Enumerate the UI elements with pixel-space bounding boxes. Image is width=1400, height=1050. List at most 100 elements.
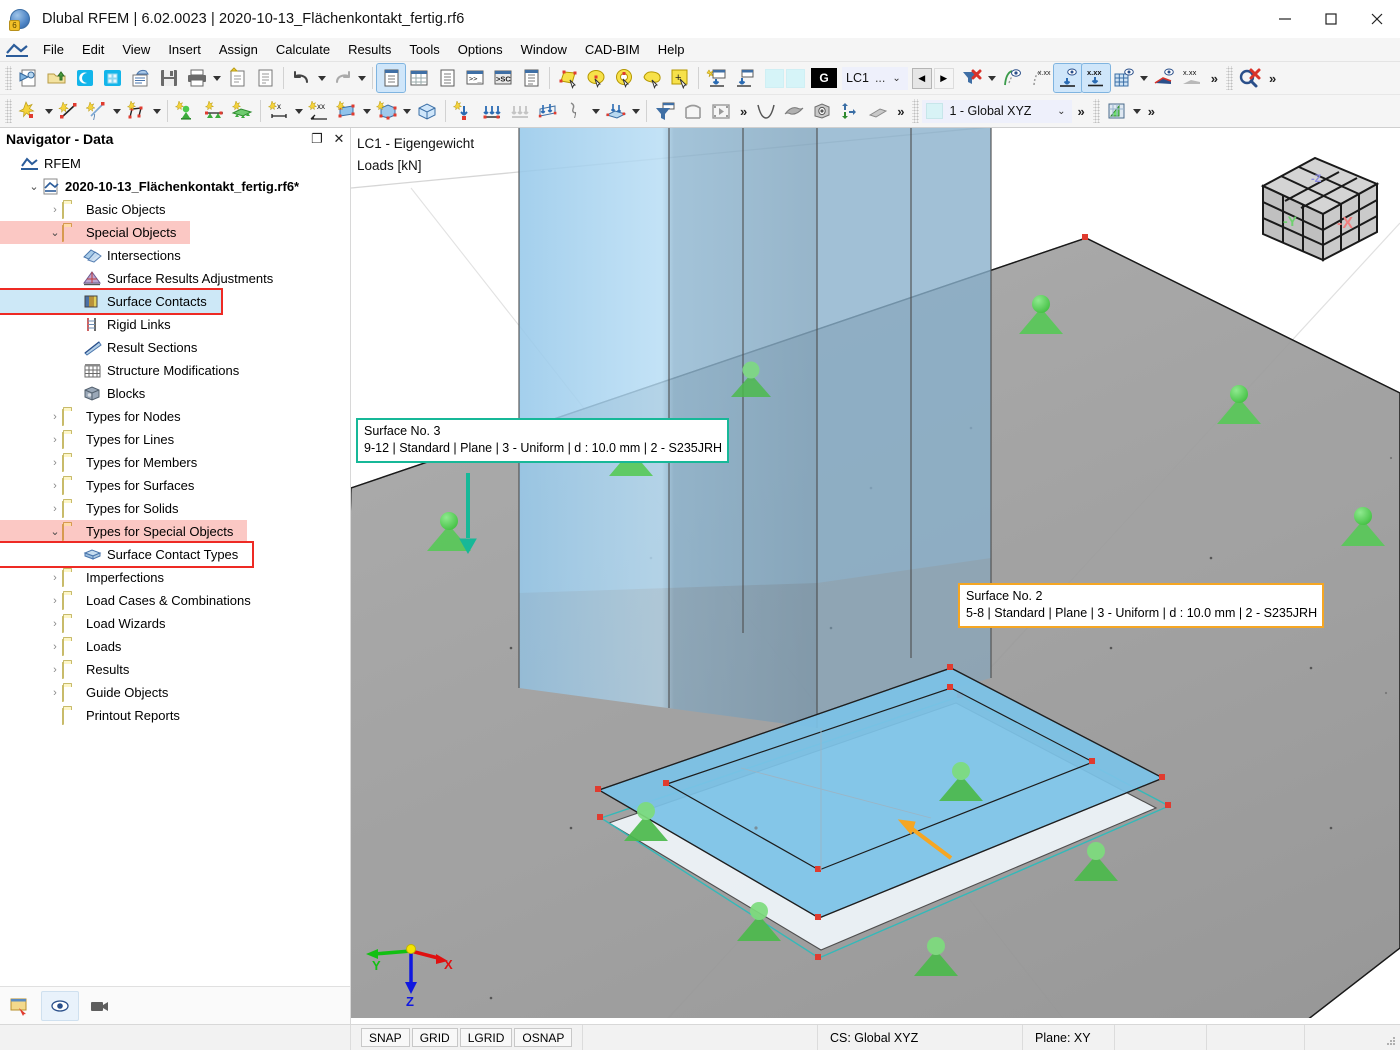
tree-item-load-wizards[interactable]: ›Load Wizards — [0, 612, 350, 635]
grid-toggle[interactable]: GRID — [412, 1028, 458, 1047]
toolbar1-overflow-1[interactable]: » — [1206, 71, 1223, 86]
menu-tools[interactable]: Tools — [400, 40, 448, 59]
toolbar2-grip[interactable] — [5, 99, 12, 123]
delete-filter-icon[interactable] — [958, 64, 986, 92]
new-line-support-icon[interactable] — [200, 97, 228, 125]
chevron-right-icon[interactable]: › — [48, 595, 62, 607]
dimension-x-icon[interactable]: x — [265, 97, 293, 125]
result-surface-icon[interactable] — [780, 97, 808, 125]
chevron-right-icon[interactable]: › — [48, 503, 62, 515]
tables-panel-icon[interactable] — [405, 64, 433, 92]
animation-icon[interactable] — [707, 97, 735, 125]
show-result-values-icon[interactable]: x.xx — [1178, 64, 1206, 92]
chevron-right-icon[interactable]: › — [48, 434, 62, 446]
undo-dropdown-caret[interactable] — [316, 64, 328, 92]
minimize-button[interactable] — [1262, 0, 1308, 38]
tree-item-blocks[interactable]: Blocks — [0, 382, 350, 405]
save-icon[interactable] — [155, 64, 183, 92]
chevron-right-icon[interactable]: › — [48, 204, 62, 216]
tree-item-result-sections[interactable]: Result Sections — [0, 336, 350, 359]
node-dropdown-caret[interactable] — [43, 97, 55, 125]
tree-item-surface-results-adjustments[interactable]: Surface Results Adjustments — [0, 267, 350, 290]
new-surface-load-icon[interactable] — [534, 97, 562, 125]
chevron-right-icon[interactable]: › — [48, 664, 62, 676]
load-case-combo[interactable]: LC1 ... ⌄ — [842, 67, 908, 90]
tree-item-2020-10-13-fl-chenkontakt-fertig-rf6[interactable]: ⌄2020-10-13_Flächenkontakt_fertig.rf6* — [0, 175, 350, 198]
surface-2-tooltip[interactable]: Surface No. 2 5-8 | Standard | Plane | 3… — [958, 583, 1324, 628]
tree-item-rfem[interactable]: RFEM — [0, 152, 350, 175]
move-view-icon[interactable] — [836, 97, 864, 125]
close-button[interactable] — [1354, 0, 1400, 38]
clear-results-icon[interactable] — [1236, 64, 1264, 92]
menu-calculate[interactable]: Calculate — [267, 40, 339, 59]
tree-item-types-for-members[interactable]: ›Types for Members — [0, 451, 350, 474]
surface-dropdown-caret[interactable] — [361, 97, 373, 125]
model-cube-icon[interactable] — [99, 64, 127, 92]
tree-item-structure-modifications[interactable]: Structure Modifications — [0, 359, 350, 382]
next-load-case-button[interactable]: ▶ — [934, 68, 954, 89]
snap-toggle[interactable]: SNAP — [361, 1028, 410, 1047]
tree-item-load-cases-combinations[interactable]: ›Load Cases & Combinations — [0, 589, 350, 612]
toolbar-grip-2[interactable] — [1226, 66, 1233, 90]
navigator-switch-icon[interactable] — [1, 991, 39, 1021]
select-lasso-icon[interactable] — [638, 64, 666, 92]
script-sc-icon[interactable]: >SC — [489, 64, 517, 92]
status-coordinate-system[interactable]: CS: Global XYZ — [817, 1025, 1022, 1050]
select-ring-icon[interactable] — [610, 64, 638, 92]
toolbar2-overflow-3[interactable]: » — [1072, 104, 1089, 119]
navigator-restore-button[interactable]: ❐ — [306, 129, 328, 149]
tree-item-intersections[interactable]: Intersections — [0, 244, 350, 267]
toolbar2-grip-2[interactable] — [912, 99, 919, 123]
menu-edit[interactable]: Edit — [73, 40, 113, 59]
list-panel-icon[interactable] — [433, 64, 461, 92]
render-wireframe-icon[interactable] — [679, 97, 707, 125]
toolbar2-grip-3[interactable] — [1093, 99, 1100, 123]
new-load-case-icon[interactable] — [703, 64, 731, 92]
surface-3-tooltip[interactable]: Surface No. 3 9-12 | Standard | Plane | … — [356, 418, 729, 463]
undo-icon[interactable] — [288, 64, 316, 92]
solid-dropdown-caret[interactable] — [401, 97, 413, 125]
properties-panel-icon[interactable] — [517, 64, 545, 92]
tree-item-basic-objects[interactable]: ›Basic Objects — [0, 198, 350, 221]
new-model-icon[interactable] — [15, 64, 43, 92]
tree-item-guide-objects[interactable]: ›Guide Objects — [0, 681, 350, 704]
toolbar2-overflow-2[interactable]: » — [892, 104, 909, 119]
navigator-panel-icon[interactable] — [377, 64, 405, 92]
select-circle-icon[interactable] — [582, 64, 610, 92]
imposed-load-dropdown-caret[interactable] — [630, 97, 642, 125]
menu-view[interactable]: View — [113, 40, 159, 59]
grid-dropdown-caret[interactable] — [1138, 64, 1150, 92]
new-surface-icon[interactable] — [333, 97, 361, 125]
select-surface-icon[interactable] — [554, 64, 582, 92]
model-info-icon[interactable] — [127, 64, 155, 92]
toolbar2-overflow-1[interactable]: » — [735, 104, 752, 119]
new-report-icon[interactable] — [223, 64, 251, 92]
redo-dropdown-caret[interactable] — [356, 64, 368, 92]
polyline-dropdown-caret[interactable] — [151, 97, 163, 125]
show-load-values-icon[interactable]: x.xx — [1082, 64, 1110, 92]
chevron-right-icon[interactable]: › — [48, 641, 62, 653]
tree-item-surface-contacts[interactable]: Surface Contacts — [0, 290, 221, 313]
view-navigation-cube[interactable]: -Y -X -Z — [1253, 148, 1388, 268]
show-deformation-icon[interactable] — [998, 64, 1026, 92]
line-dropdown-caret[interactable] — [111, 97, 123, 125]
chevron-right-icon[interactable]: › — [48, 480, 62, 492]
new-line-load-icon[interactable] — [478, 97, 506, 125]
tree-item-special-objects[interactable]: ⌄Special Objects — [0, 221, 190, 244]
status-plane[interactable]: Plane: XY — [1022, 1025, 1114, 1050]
new-member-load-icon[interactable] — [506, 97, 534, 125]
show-grid-icon[interactable] — [1110, 64, 1138, 92]
work-plane-dropdown-caret[interactable] — [1131, 97, 1143, 125]
toolbar-grip[interactable] — [5, 66, 12, 90]
resize-grip-icon[interactable] — [1384, 1025, 1400, 1050]
new-line-text-icon[interactable]: I — [83, 97, 111, 125]
chevron-right-icon[interactable]: › — [48, 618, 62, 630]
previous-load-case-button[interactable]: ◀ — [912, 68, 932, 89]
new-nodal-support-icon[interactable] — [172, 97, 200, 125]
menu-file[interactable]: File — [34, 40, 73, 59]
toolbar1-overflow-2[interactable]: » — [1264, 71, 1281, 86]
new-surface-support-icon[interactable] — [228, 97, 256, 125]
chevron-right-icon[interactable]: › — [48, 411, 62, 423]
menu-help[interactable]: Help — [649, 40, 694, 59]
plane-view-icon[interactable] — [864, 97, 892, 125]
